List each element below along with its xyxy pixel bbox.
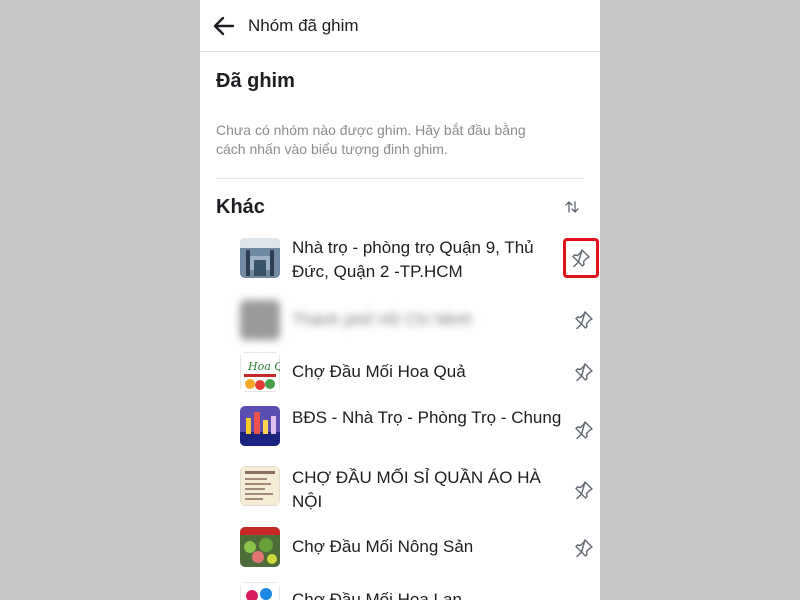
pin-button[interactable]	[568, 356, 600, 388]
group-row[interactable]: Thành phố Hồ Chí Minh	[200, 296, 600, 344]
group-name: Chợ Đầu Mối Hoa Lan	[292, 590, 462, 600]
pin-icon	[575, 481, 593, 500]
group-row[interactable]: Chợ Đầu Mối Nông Sản	[200, 526, 600, 570]
pin-button[interactable]	[568, 414, 600, 446]
pinned-empty-text: Chưa có nhóm nào được ghim. Hãy bắt đầu …	[216, 122, 526, 157]
page-title: Nhóm đã ghim	[248, 15, 359, 35]
group-avatar	[240, 300, 280, 340]
pin-button[interactable]	[568, 474, 600, 506]
pinned-heading: Đã ghim	[216, 70, 295, 92]
group-avatar	[240, 527, 280, 567]
sort-button[interactable]	[560, 195, 584, 219]
group-row[interactable]: Hoa Q Chợ Đầu Mối Hoa Quả	[200, 350, 600, 394]
group-name: Nhà trọ - phòng trọ Quận 9, Thủ Đức, Quậ…	[292, 238, 534, 281]
group-name: Chợ Đầu Mối Hoa Quả	[292, 362, 466, 381]
pinned-section: Đã ghim Chưa có nhóm nào được ghim. Hãy …	[200, 70, 600, 159]
phone-screen: Nhóm đã ghim Đã ghim Chưa có nhóm nào đư…	[200, 0, 600, 600]
svg-text:Hoa Q: Hoa Q	[247, 360, 280, 373]
pin-icon	[575, 421, 593, 440]
other-heading: Khác	[216, 195, 265, 218]
group-row[interactable]: BĐS - Nhà Trọ - Phòng Trọ - Chung Cư Quậ…	[200, 404, 600, 456]
group-avatar	[240, 466, 280, 506]
group-name: Thành phố Hồ Chí Minh	[292, 310, 473, 329]
group-avatar	[240, 238, 280, 278]
group-name: Chợ Đầu Mối Nông Sản	[292, 537, 474, 556]
pin-button-highlighted[interactable]	[563, 238, 599, 278]
pin-icon	[575, 311, 593, 330]
group-name: BĐS - Nhà Trọ - Phòng Trọ - Chung Cư Quậ…	[292, 408, 564, 427]
pin-icon	[575, 539, 593, 558]
top-bar: Nhóm đã ghim	[200, 0, 600, 52]
pin-button[interactable]	[568, 304, 600, 336]
group-avatar	[240, 582, 280, 600]
pin-icon	[575, 363, 593, 382]
group-row[interactable]: Nhà trọ - phòng trọ Quận 9, Thủ Đức, Quậ…	[200, 232, 600, 284]
other-section-header: Khác	[200, 179, 600, 235]
group-avatar: Hoa Q	[240, 352, 280, 392]
pin-icon	[572, 249, 590, 268]
group-row[interactable]: CHỢ ĐẦU MỐI SỈ QUẦN ÁO HÀ NỘI	[200, 464, 600, 516]
back-button[interactable]	[200, 0, 248, 52]
arrow-left-icon	[213, 16, 235, 35]
group-name: CHỢ ĐẦU MỐI SỈ QUẦN ÁO HÀ NỘI	[292, 468, 541, 511]
pin-button[interactable]	[568, 532, 600, 564]
sort-icon	[565, 201, 579, 213]
group-row[interactable]: Chợ Đầu Mối Hoa Lan	[200, 580, 600, 600]
group-avatar	[240, 406, 280, 446]
